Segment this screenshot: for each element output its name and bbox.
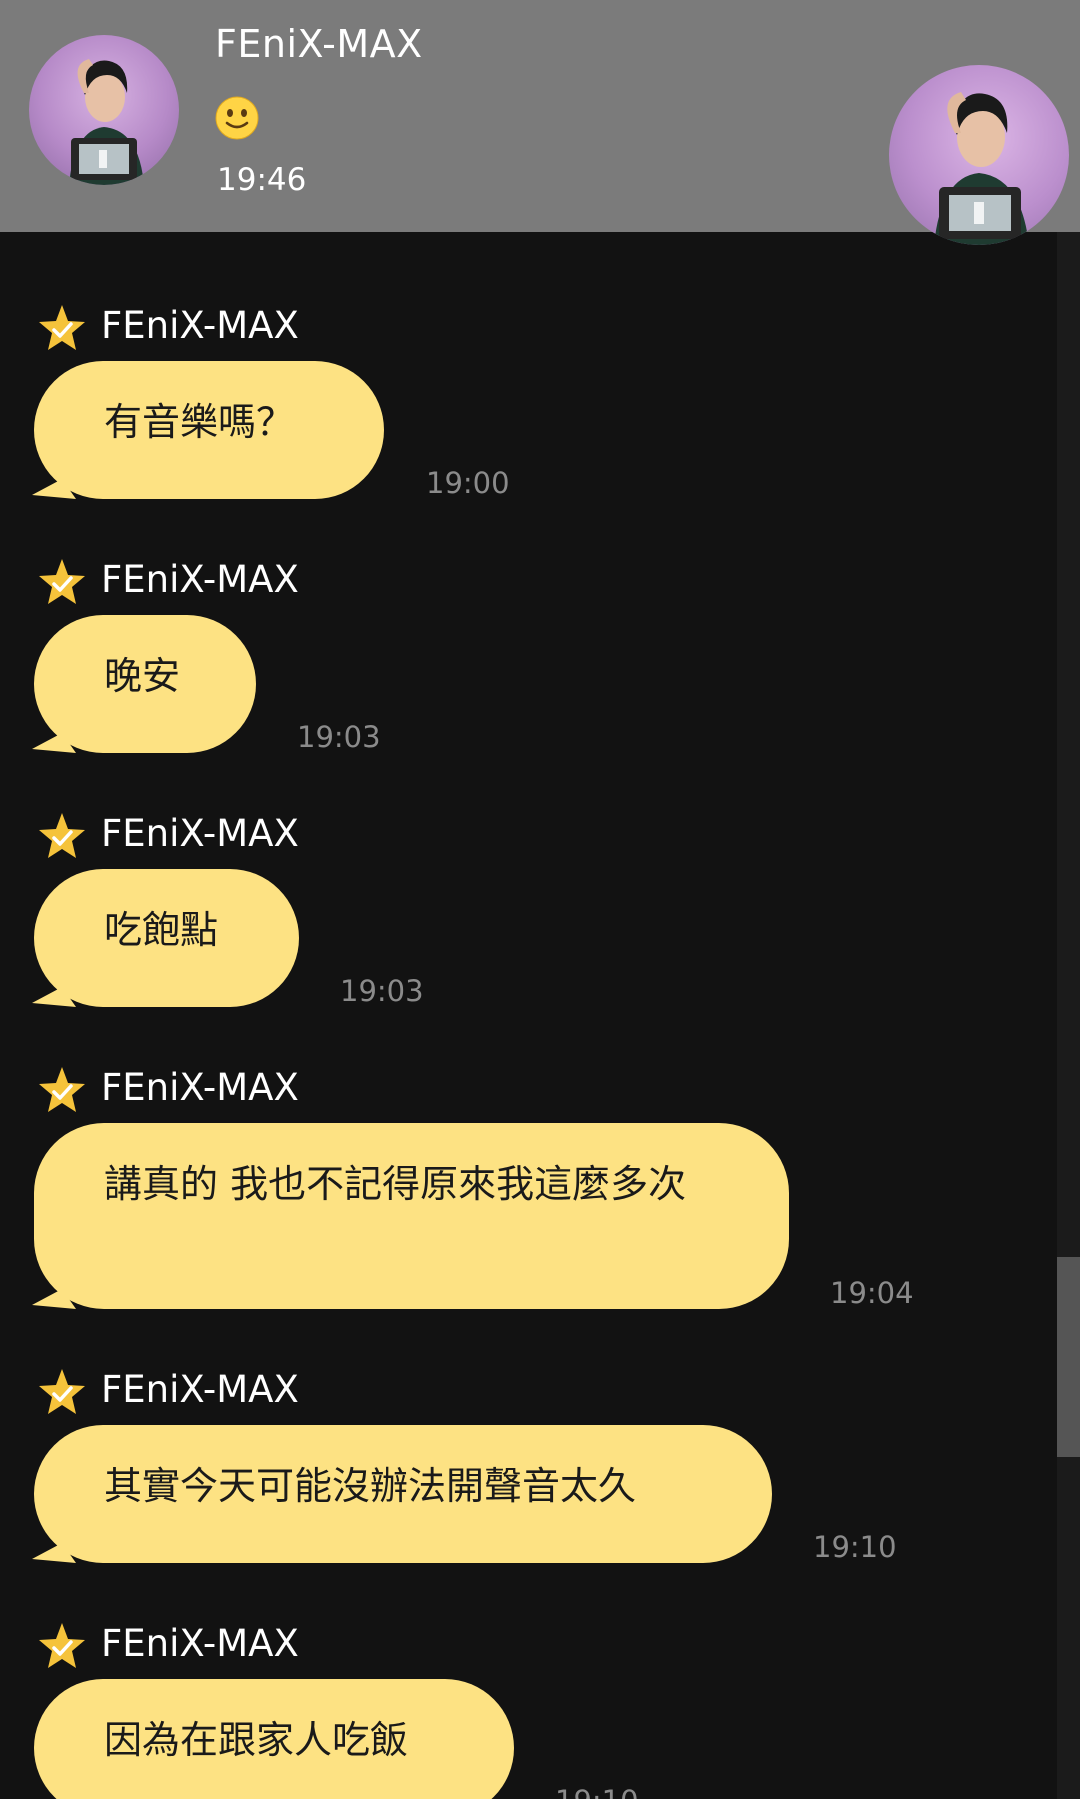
message-bubble[interactable]: 吃飽點 xyxy=(32,869,299,1007)
message-text: 講真的 我也不記得原來我這麼多次 xyxy=(34,1123,789,1309)
message-time: 19:04 xyxy=(830,1276,914,1310)
message-time: 19:03 xyxy=(297,720,381,754)
sender-name: FEniX-MAX xyxy=(101,1368,299,1411)
verified-star-icon xyxy=(39,1067,85,1112)
verified-star-icon xyxy=(39,559,85,604)
verified-star-icon xyxy=(39,813,85,858)
bubble-tail-icon xyxy=(32,987,76,1007)
message-text: 因為在跟家人吃飯 xyxy=(34,1679,514,1799)
scrollbar-thumb[interactable] xyxy=(1057,1257,1080,1457)
message-bubble[interactable]: 有音樂嗎？ xyxy=(32,361,384,499)
message-bubble[interactable]: 晚安 xyxy=(32,615,256,753)
bubble-tail-icon xyxy=(32,733,76,753)
verified-star-icon xyxy=(39,1369,85,1414)
avatar-portrait-icon xyxy=(69,59,144,185)
message-bubble[interactable]: 其實今天可能沒辦法開聲音太久 xyxy=(32,1425,772,1563)
message-time: 19:10 xyxy=(813,1530,897,1564)
message-text: 其實今天可能沒辦法開聲音太久 xyxy=(34,1425,772,1563)
slightly-smiling-face-icon xyxy=(215,96,259,140)
sender-name: FEniX-MAX xyxy=(101,304,299,347)
message-time: 19:00 xyxy=(426,466,510,500)
header-time: 19:46 xyxy=(217,162,307,198)
bubble-tail-icon xyxy=(32,1543,76,1563)
contact-name: FEniX-MAX xyxy=(215,22,423,66)
message-bubble[interactable]: 因為在跟家人吃飯 xyxy=(34,1679,514,1799)
verified-star-icon xyxy=(39,1623,85,1668)
sender-name: FEniX-MAX xyxy=(101,1622,299,1665)
sender-name: FEniX-MAX xyxy=(101,558,299,601)
message-text: 有音樂嗎？ xyxy=(34,361,384,499)
avatar-portrait-icon xyxy=(934,92,1029,245)
message-bubble[interactable]: 講真的 我也不記得原來我這麼多次 xyxy=(32,1123,789,1309)
bubble-tail-icon xyxy=(32,479,76,499)
message-time: 19:10 xyxy=(555,1784,639,1799)
sender-name: FEniX-MAX xyxy=(101,812,299,855)
verified-star-icon xyxy=(39,305,85,350)
bubble-tail-icon xyxy=(32,1289,76,1309)
message-time: 19:03 xyxy=(340,974,424,1008)
chat-screen: FEniX-MAX 19:46 FEniX-MAX 有音樂嗎？ 19:00 FE… xyxy=(0,0,1080,1799)
avatar[interactable] xyxy=(29,35,179,185)
scrollbar-track[interactable] xyxy=(1057,232,1080,1799)
profile-avatar[interactable] xyxy=(889,65,1069,245)
sender-name: FEniX-MAX xyxy=(101,1066,299,1109)
